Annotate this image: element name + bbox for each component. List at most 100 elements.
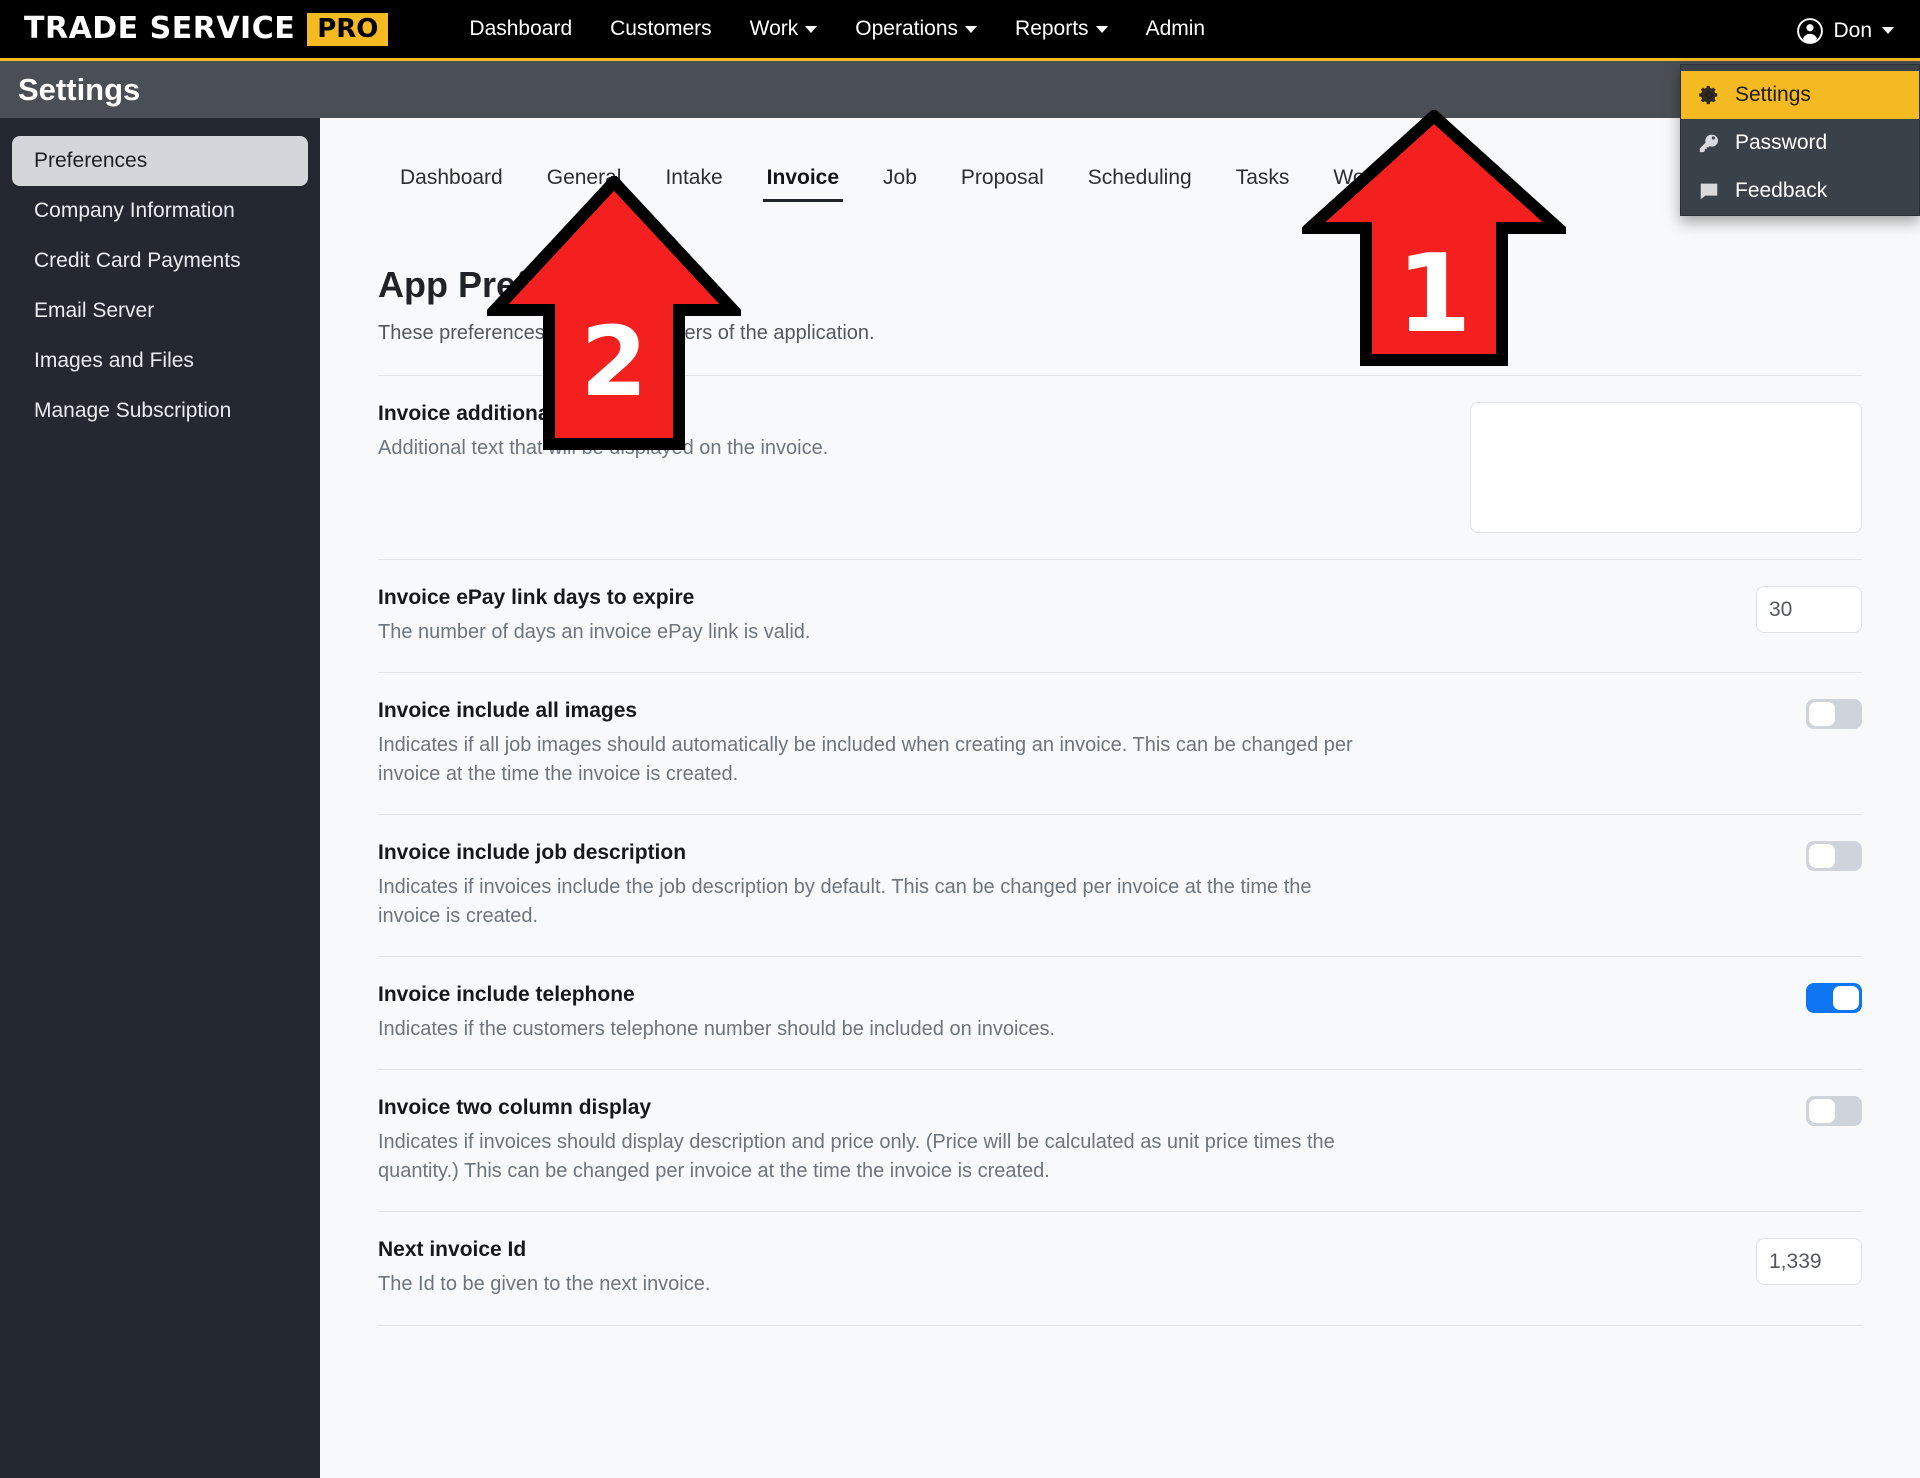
chevron-down-icon xyxy=(1095,25,1108,33)
menu-item-password[interactable]: Password xyxy=(1681,119,1919,167)
sidebar-item-label: Email Server xyxy=(34,299,155,322)
comment-icon xyxy=(1697,180,1721,202)
preference-row-include-all-images: Invoice include all images Indicates if … xyxy=(378,672,1862,814)
preference-control xyxy=(1756,1238,1862,1286)
sidebar-item-email-server[interactable]: Email Server xyxy=(12,286,308,336)
annotation-arrow-1: 1 xyxy=(1302,110,1566,368)
tab-scheduling[interactable]: Scheduling xyxy=(1066,160,1214,202)
preference-control xyxy=(1806,1096,1862,1127)
tab-job[interactable]: Job xyxy=(861,160,939,202)
nav-link-label: Operations xyxy=(855,17,959,40)
nav-link-label: Reports xyxy=(1015,17,1089,40)
toggle-knob xyxy=(1833,985,1859,1010)
sidebar-item-manage-subscription[interactable]: Manage Subscription xyxy=(12,386,308,436)
preference-label: Next invoice Id xyxy=(378,1238,527,1262)
preference-row-next-invoice-id: Next invoice Id The Id to be given to th… xyxy=(378,1211,1862,1324)
chevron-down-icon xyxy=(1882,27,1894,34)
nav-link-admin[interactable]: Admin xyxy=(1127,11,1225,47)
preference-label: Invoice ePay link days to expire xyxy=(378,586,695,609)
menu-item-label: Settings xyxy=(1735,83,1811,106)
two-column-display-toggle[interactable] xyxy=(1806,1096,1862,1127)
preference-row-include-job-description: Invoice include job description Indicate… xyxy=(378,814,1862,956)
sidebar-item-label: Credit Card Payments xyxy=(34,249,241,272)
settings-sidebar: Preferences Company Information Credit C… xyxy=(0,118,320,1478)
sidebar-item-credit-card-payments[interactable]: Credit Card Payments xyxy=(12,236,308,286)
preference-text: Invoice include job description Indicate… xyxy=(378,841,1378,930)
menu-item-label: Feedback xyxy=(1735,179,1828,202)
tab-label: Scheduling xyxy=(1087,166,1192,189)
preference-label: Invoice include all images xyxy=(378,699,638,723)
tab-tasks[interactable]: Tasks xyxy=(1214,160,1312,202)
sidebar-item-company-information[interactable]: Company Information xyxy=(12,186,308,236)
invoice-additional-text-input[interactable] xyxy=(1470,402,1862,533)
tab-proposal[interactable]: Proposal xyxy=(939,160,1066,202)
brand-badge: PRO xyxy=(307,12,389,46)
epay-days-input[interactable] xyxy=(1756,586,1862,633)
nav-link-label: Admin xyxy=(1145,17,1206,40)
nav-link-customers[interactable]: Customers xyxy=(591,11,731,47)
preference-label: Invoice include telephone xyxy=(378,982,635,1006)
preference-text: Invoice two column display Indicates if … xyxy=(378,1096,1378,1185)
toggle-knob xyxy=(1809,844,1835,869)
preference-description: The number of days an invoice ePay link … xyxy=(378,621,811,643)
gear-icon xyxy=(1697,84,1721,106)
sidebar-item-images-and-files[interactable]: Images and Files xyxy=(12,336,308,386)
preference-description: The Id to be given to the next invoice. xyxy=(378,1273,711,1296)
preference-label: Invoice include job description xyxy=(378,841,687,865)
include-all-images-toggle[interactable] xyxy=(1806,699,1862,730)
preference-row-epay-days: Invoice ePay link days to expire The num… xyxy=(378,559,1862,672)
sidebar-item-preferences[interactable]: Preferences xyxy=(12,136,308,186)
include-telephone-toggle[interactable] xyxy=(1806,982,1862,1013)
user-dropdown-menu: Settings Password Feedback xyxy=(1680,64,1920,216)
sidebar-item-label: Company Information xyxy=(34,199,235,222)
page-title: Settings xyxy=(18,71,141,107)
tab-label: Tasks xyxy=(1235,166,1290,189)
nav-link-dashboard[interactable]: Dashboard xyxy=(450,11,591,47)
preference-text: Invoice ePay link days to expire The num… xyxy=(378,586,810,646)
brand-name: TRADE SERVICE xyxy=(24,11,296,46)
tab-label: Job xyxy=(883,166,917,189)
key-icon xyxy=(1697,132,1721,154)
nav-link-work[interactable]: Work xyxy=(731,11,837,47)
nav-link-label: Dashboard xyxy=(469,17,573,40)
chevron-down-icon xyxy=(965,25,978,33)
next-invoice-id-input[interactable] xyxy=(1756,1238,1862,1286)
annotation-number: 2 xyxy=(580,306,648,418)
menu-item-feedback[interactable]: Feedback xyxy=(1681,167,1919,215)
sidebar-item-label: Images and Files xyxy=(34,349,194,372)
user-menu-button[interactable]: Don xyxy=(1797,0,1894,61)
preference-label: Invoice two column display xyxy=(378,1096,652,1120)
annotation-number: 1 xyxy=(1396,232,1472,357)
nav-link-label: Work xyxy=(749,17,799,40)
chevron-down-icon xyxy=(805,25,818,33)
toggle-knob xyxy=(1809,1099,1835,1124)
preference-description: Indicates if invoices include the job de… xyxy=(378,876,1312,927)
toggle-knob xyxy=(1809,702,1835,727)
preference-text: Invoice include all images Indicates if … xyxy=(378,699,1378,788)
preference-row-two-column-display: Invoice two column display Indicates if … xyxy=(378,1069,1862,1211)
preference-description: Indicates if the customers telephone num… xyxy=(378,1017,1056,1040)
user-circle-icon xyxy=(1797,17,1824,44)
preference-text: Invoice include telephone Indicates if t… xyxy=(378,983,1055,1043)
sidebar-item-label: Manage Subscription xyxy=(34,399,232,422)
preference-control xyxy=(1470,402,1862,533)
preference-description: Indicates if all job images should autom… xyxy=(378,734,1353,785)
preference-text: Next invoice Id The Id to be given to th… xyxy=(378,1238,710,1298)
nav-link-operations[interactable]: Operations xyxy=(836,11,996,47)
tab-invoice[interactable]: Invoice xyxy=(745,160,861,202)
menu-item-label: Password xyxy=(1735,131,1828,154)
settings-page-header: Settings xyxy=(0,61,1920,118)
include-job-description-toggle[interactable] xyxy=(1806,841,1862,872)
top-navbar: TRADE SERVICE PRO Dashboard Customers Wo… xyxy=(0,0,1920,61)
menu-item-settings[interactable]: Settings xyxy=(1681,71,1919,119)
user-name: Don xyxy=(1833,18,1872,42)
preference-description: Indicates if invoices should display des… xyxy=(378,1131,1335,1182)
preference-control xyxy=(1756,586,1862,633)
tab-label: Proposal xyxy=(960,166,1044,189)
preference-control xyxy=(1806,982,1862,1013)
brand-logo[interactable]: TRADE SERVICE PRO xyxy=(18,8,395,50)
tab-label: Invoice xyxy=(766,166,840,189)
preference-row-include-telephone: Invoice include telephone Indicates if t… xyxy=(378,955,1862,1069)
nav-link-reports[interactable]: Reports xyxy=(996,11,1127,47)
annotation-arrow-2: 2 xyxy=(487,176,741,452)
